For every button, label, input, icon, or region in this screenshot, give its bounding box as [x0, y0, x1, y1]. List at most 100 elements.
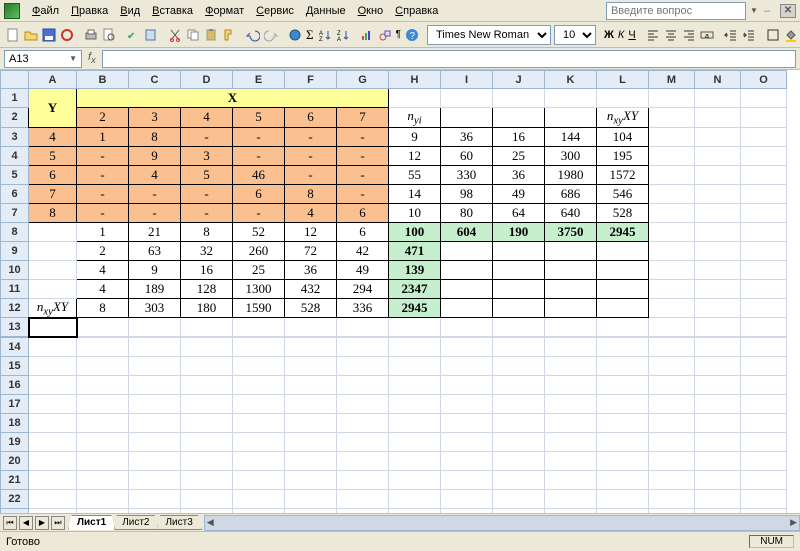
row-header[interactable]: 5 [1, 165, 29, 184]
chart-wizard-icon[interactable] [359, 24, 375, 46]
cell-Y-header[interactable]: Y [29, 89, 77, 128]
row-header[interactable]: 4 [1, 146, 29, 165]
row-header[interactable]: 15 [1, 357, 29, 376]
menu-data[interactable]: Данные [300, 3, 352, 19]
sheet-tab[interactable]: Лист1 [68, 515, 115, 530]
row-header[interactable]: 10 [1, 260, 29, 279]
autosum-icon[interactable]: Σ [305, 24, 315, 46]
row-header[interactable]: 7 [1, 203, 29, 222]
row-header[interactable]: 6 [1, 184, 29, 203]
col-header[interactable]: M [649, 71, 695, 89]
col-header[interactable]: C [129, 71, 181, 89]
row-header[interactable]: 19 [1, 433, 29, 452]
tab-nav-next-icon[interactable]: ▶ [35, 516, 49, 530]
col-header[interactable]: L [597, 71, 649, 89]
permission-icon[interactable] [59, 24, 75, 46]
format-painter-icon[interactable] [221, 24, 237, 46]
row-header[interactable]: 20 [1, 452, 29, 471]
redo-icon[interactable] [263, 24, 279, 46]
col-header[interactable]: H [389, 71, 441, 89]
merge-center-icon[interactable]: a [699, 24, 715, 46]
col-header[interactable]: G [337, 71, 389, 89]
row-header[interactable]: 3 [1, 127, 29, 146]
spreadsheet-grid[interactable]: A B C D E F G H I J K L M N O 1 Y X 2 2 … [0, 70, 800, 514]
borders-icon[interactable] [765, 24, 781, 46]
menu-window[interactable]: Окно [352, 3, 390, 19]
row-header[interactable]: 16 [1, 376, 29, 395]
menu-insert[interactable]: Вставка [146, 3, 199, 19]
open-icon[interactable] [23, 24, 39, 46]
fx-icon[interactable]: fx [88, 51, 96, 65]
menu-tools[interactable]: Сервис [250, 3, 300, 19]
col-header[interactable]: N [695, 71, 741, 89]
name-box-dropdown-icon[interactable]: ▼ [69, 54, 77, 63]
tab-nav-first-icon[interactable]: ⏮ [3, 516, 17, 530]
row-header[interactable]: 17 [1, 395, 29, 414]
ask-a-question-input[interactable] [606, 2, 746, 20]
align-right-icon[interactable] [681, 24, 697, 46]
zoom-icon[interactable]: ¶ [395, 24, 402, 46]
row-header[interactable]: 2 [1, 108, 29, 128]
row-header[interactable]: 9 [1, 241, 29, 260]
paste-icon[interactable] [203, 24, 219, 46]
undo-icon[interactable] [245, 24, 261, 46]
align-center-icon[interactable] [663, 24, 679, 46]
help-icon[interactable]: ? [404, 24, 420, 46]
row-header[interactable]: 18 [1, 414, 29, 433]
indent-increase-icon[interactable] [741, 24, 757, 46]
sheet-tab[interactable]: Лист3 [156, 515, 201, 530]
col-header[interactable]: E [233, 71, 285, 89]
col-header[interactable]: I [441, 71, 493, 89]
name-box[interactable]: A13 ▼ [4, 50, 82, 68]
print-icon[interactable] [83, 24, 99, 46]
bold-button[interactable]: Ж [603, 24, 615, 46]
drawing-icon[interactable] [377, 24, 393, 46]
ask-dropdown-icon[interactable]: ▼ [750, 6, 758, 15]
close-workbook-button[interactable]: ✕ [780, 4, 796, 18]
tab-nav-prev-icon[interactable]: ◀ [19, 516, 33, 530]
row-header[interactable]: 12 [1, 298, 29, 318]
cut-icon[interactable] [167, 24, 183, 46]
new-icon[interactable] [5, 24, 21, 46]
indent-decrease-icon[interactable] [723, 24, 739, 46]
horizontal-scrollbar[interactable]: ◀ ▶ [204, 515, 800, 531]
col-header[interactable]: D [181, 71, 233, 89]
sort-desc-icon[interactable]: ZA [335, 24, 351, 46]
cell-X-header[interactable]: X [77, 89, 389, 108]
menu-view[interactable]: Вид [114, 3, 146, 19]
row-header[interactable]: 1 [1, 89, 29, 108]
menu-help[interactable]: Справка [389, 3, 444, 19]
col-header[interactable]: J [493, 71, 545, 89]
align-left-icon[interactable] [645, 24, 661, 46]
col-header[interactable]: K [545, 71, 597, 89]
sheet-tab[interactable]: Лист2 [113, 515, 158, 530]
col-header[interactable]: F [285, 71, 337, 89]
row-header[interactable]: 13 [1, 318, 29, 337]
row-header[interactable]: 23 [1, 509, 29, 514]
col-header[interactable]: A [29, 71, 77, 89]
row-header[interactable]: 11 [1, 279, 29, 298]
select-all-corner[interactable] [1, 71, 29, 89]
underline-button[interactable]: Ч [627, 24, 636, 46]
tab-nav-last-icon[interactable]: ⏭ [51, 516, 65, 530]
row-header[interactable]: 8 [1, 222, 29, 241]
font-size-select[interactable]: 10 [554, 25, 596, 45]
col-header[interactable]: B [77, 71, 129, 89]
spelling-icon[interactable]: ✔ [125, 24, 141, 46]
print-preview-icon[interactable] [101, 24, 117, 46]
font-name-select[interactable]: Times New Roman [427, 25, 551, 45]
menu-format[interactable]: Формат [199, 3, 250, 19]
menu-file[interactable]: Файл [26, 3, 65, 19]
research-icon[interactable] [143, 24, 159, 46]
copy-icon[interactable] [185, 24, 201, 46]
active-cell[interactable] [29, 318, 77, 337]
row-header[interactable]: 22 [1, 490, 29, 509]
hyperlink-icon[interactable] [287, 24, 303, 46]
menu-edit[interactable]: Правка [65, 3, 114, 19]
italic-button[interactable]: К [617, 24, 625, 46]
fill-color-icon[interactable] [783, 24, 799, 46]
formula-bar[interactable] [102, 50, 796, 68]
col-header[interactable]: O [741, 71, 787, 89]
save-icon[interactable] [41, 24, 57, 46]
row-header[interactable]: 21 [1, 471, 29, 490]
